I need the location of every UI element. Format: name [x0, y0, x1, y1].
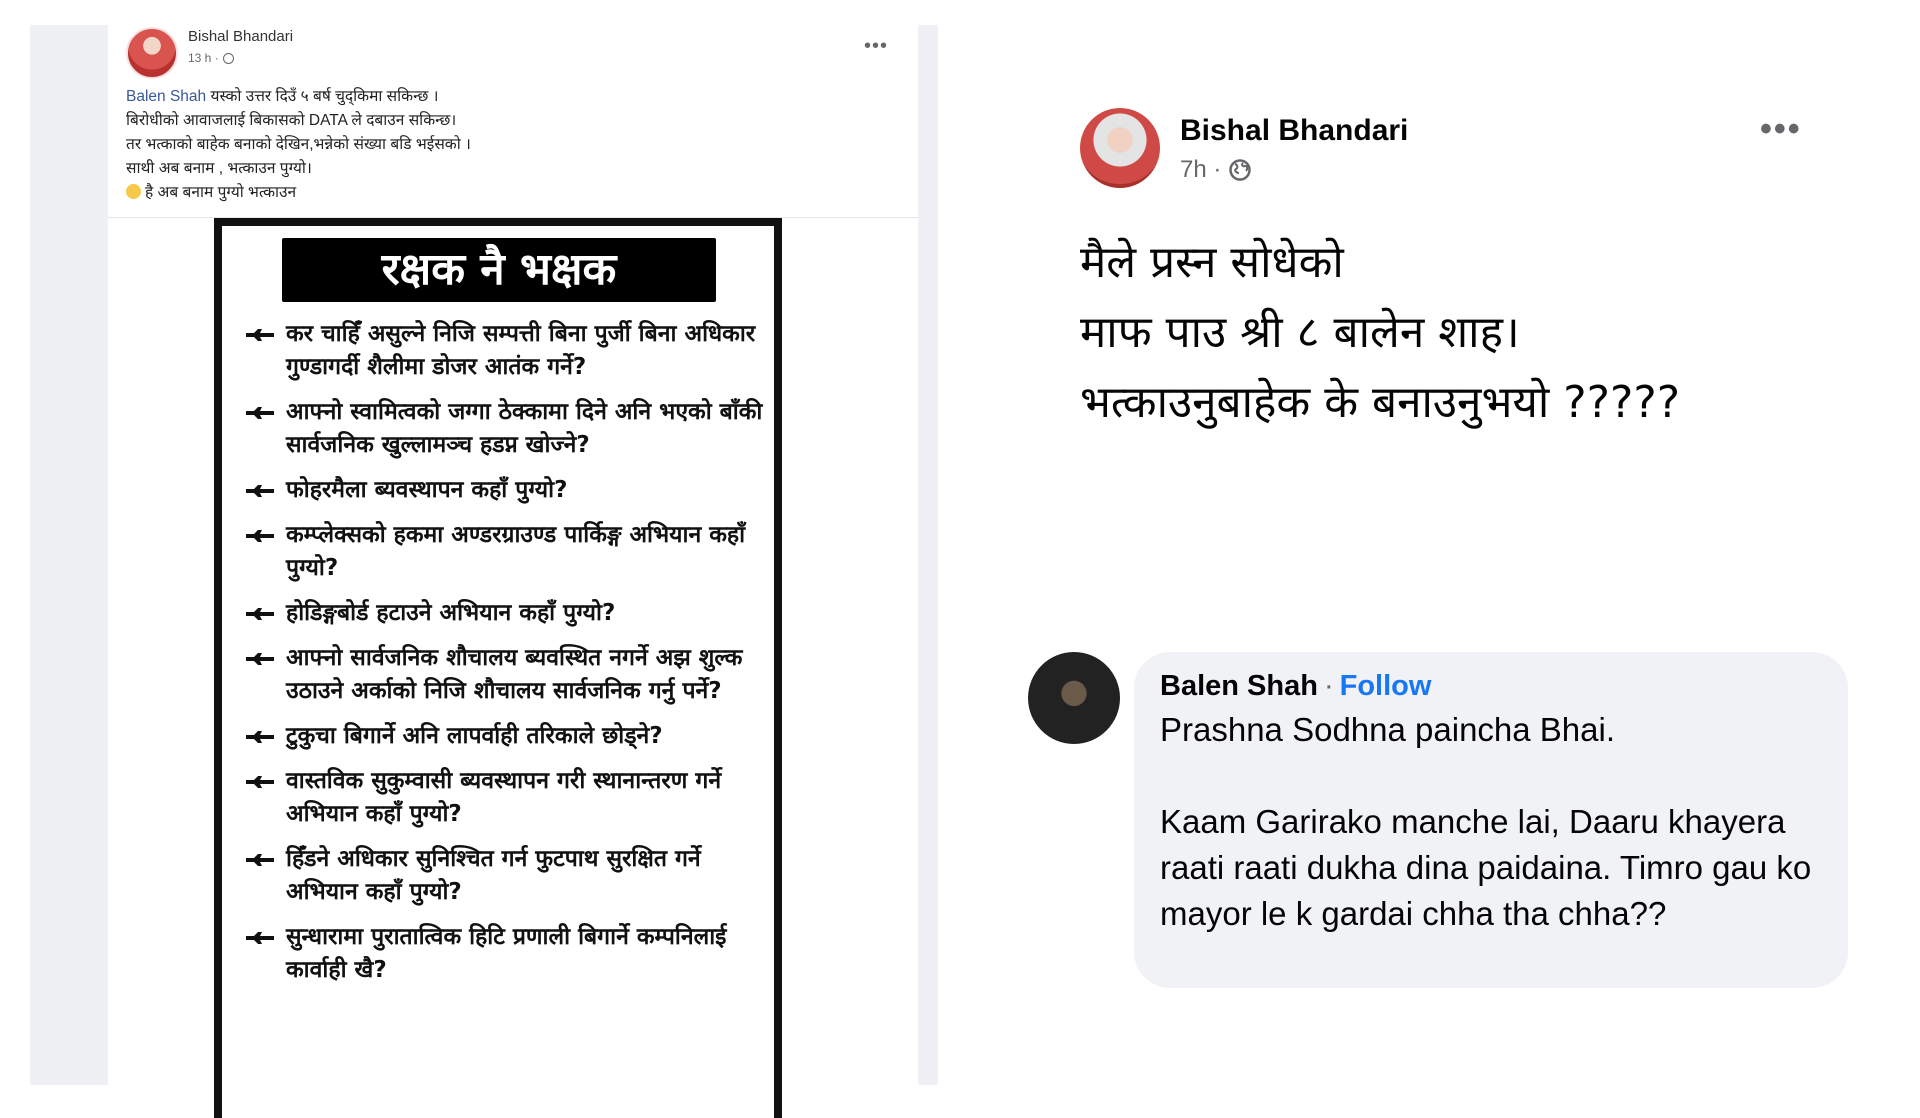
poster-item: आफ्नो सार्वजनिक शौचालय ब्यवस्थित नगर्ने … — [246, 642, 776, 708]
poster-item: कम्प्लेक्सको हकमा अण्डरग्राउण्ड पार्किङ्… — [246, 519, 776, 585]
commenter-avatar[interactable] — [1028, 652, 1120, 744]
left-post-meta: Bishal Bhandari 13 h · — [188, 28, 293, 65]
globe-icon — [1229, 159, 1252, 181]
smile-emoji-icon — [126, 184, 141, 199]
pointing-hand-icon — [246, 329, 274, 341]
comment-text: Prashna Sodhna paincha Bhai. Kaam Garira… — [1160, 707, 1822, 937]
globe-icon — [222, 52, 234, 64]
pointing-hand-icon — [246, 731, 274, 743]
text-line: साथी अब बनाम , भत्काउन पुग्यो। — [126, 160, 312, 177]
comment-bubble: Balen Shah · Follow Prashna Sodhna paincha… — [1134, 652, 1848, 988]
left-post-text: Balen Shah यस्को उत्तर दिउँ ५ बर्ष चुद्क… — [126, 85, 646, 205]
body-line: माफ पाउ श्री ८ बालेन शाह। — [1080, 307, 1520, 358]
comment-paragraph: Kaam Garirako manche lai, Daaru khayera … — [1160, 803, 1812, 932]
pointing-hand-icon — [246, 776, 274, 788]
separator: · — [1323, 670, 1334, 702]
more-options-button[interactable]: ••• — [864, 35, 888, 58]
time-text: 7h · — [1180, 156, 1222, 183]
poster-item-text: टुकुचा बिगार्ने अनि लापर्वाही तरिकाले छो… — [286, 723, 663, 749]
poster-title: रक्षक नै भक्षक — [282, 238, 716, 302]
poster-item-text: हिँडने अधिकार सुनिश्चित गर्न फुटपाथ सुरक… — [286, 846, 701, 905]
comment-header: Balen Shah · Follow — [1160, 670, 1822, 703]
text-line: बिरोधीको आवाजलाई बिकासको DATA ले दबाउन स… — [126, 112, 457, 129]
pointing-hand-icon — [246, 407, 274, 419]
poster-item: फोहरमैला ब्यवस्थापन कहाँ पुग्यो? — [246, 474, 776, 507]
time-text: 13 h · — [188, 51, 219, 65]
poster-item-text: आफ्नो स्वामित्वको जग्गा ठेक्कामा दिने अन… — [286, 399, 763, 458]
author-name[interactable]: Bishal Bhandari — [188, 28, 293, 45]
text-span: है अब बनाम पुग्यो भत्काउन — [145, 184, 297, 201]
poster-item-text: आफ्नो सार्वजनिक शौचालय ब्यवस्थित नगर्ने … — [286, 645, 743, 704]
post-time[interactable]: 7h · — [1180, 156, 1252, 184]
poster-item-text: सुन्धारामा पुरातात्विक हिटि प्रणाली बिगा… — [286, 924, 727, 983]
author-name[interactable]: Bishal Bhandari — [1180, 114, 1408, 148]
poster-item: कर चाहिँ असुल्ने निजि सम्पत्ती बिना पुर्… — [246, 318, 776, 384]
avatar[interactable] — [1080, 108, 1160, 188]
poster-list: कर चाहिँ असुल्ने निजि सम्पत्ती बिना पुर्… — [246, 318, 776, 999]
poster-item: होडिङ्गबोर्ड हटाउने अभियान कहाँ पुग्यो? — [246, 597, 776, 630]
poster-item-text: कम्प्लेक्सको हकमा अण्डरग्राउण्ड पार्किङ्… — [286, 522, 746, 581]
poster-item: आफ्नो स्वामित्वको जग्गा ठेक्कामा दिने अन… — [246, 396, 776, 462]
pointing-hand-icon — [246, 485, 274, 497]
pointing-hand-icon — [246, 854, 274, 866]
text-line: तर भत्काको बाहेक बनाको देखिन,भन्नेको संख… — [126, 136, 471, 153]
avatar[interactable] — [126, 27, 178, 79]
poster-item: टुकुचा बिगार्ने अनि लापर्वाही तरिकाले छो… — [246, 720, 776, 753]
more-options-button[interactable]: ••• — [1760, 110, 1802, 149]
commenter-name[interactable]: Balen Shah — [1160, 670, 1318, 702]
follow-button[interactable]: Follow — [1340, 670, 1432, 702]
comment-paragraph: Prashna Sodhna paincha Bhai. — [1160, 711, 1616, 748]
body-line: भत्काउनुबाहेक के बनाउनुभयो ????? — [1080, 377, 1681, 428]
text-line: Balen Shah यस्को उत्तर दिउँ ५ बर्ष चुद्क… — [126, 85, 646, 109]
poster-item-text: कर चाहिँ असुल्ने निजि सम्पत्ती बिना पुर्… — [286, 321, 756, 380]
pointing-hand-icon — [246, 932, 274, 944]
poster-image[interactable]: रक्षक नै भक्षक कर चाहिँ असुल्ने निजि सम्… — [214, 218, 782, 1118]
left-screenshot-panel: Bishal Bhandari 13 h · ••• Balen Shah यस… — [30, 25, 938, 1118]
pointing-hand-icon — [246, 530, 274, 542]
left-post-header: Bishal Bhandari 13 h · — [126, 27, 293, 79]
text-line: है अब बनाम पुग्यो भत्काउन — [126, 181, 646, 205]
post-time[interactable]: 13 h · — [188, 51, 293, 65]
body-line: मैले प्रस्न सोधेको — [1080, 237, 1344, 288]
poster-item-text: फोहरमैला ब्यवस्थापन कहाँ पुग्यो? — [286, 477, 568, 503]
left-post-card: Bishal Bhandari 13 h · ••• Balen Shah यस… — [108, 25, 918, 1118]
poster-item: वास्तविक सुकुम्वासी ब्यवस्थापन गरी स्थान… — [246, 765, 776, 831]
poster-item: हिँडने अधिकार सुनिश्चित गर्न फुटपाथ सुरक… — [246, 843, 776, 909]
poster-item: सुन्धारामा पुरातात्विक हिटि प्रणाली बिगा… — [246, 921, 776, 987]
pointing-hand-icon — [246, 608, 274, 620]
pointing-hand-icon — [246, 653, 274, 665]
poster-item-text: वास्तविक सुकुम्वासी ब्यवस्थापन गरी स्थान… — [286, 768, 722, 827]
poster-item-text: होडिङ्गबोर्ड हटाउने अभियान कहाँ पुग्यो? — [286, 600, 616, 626]
text-span: यस्को उत्तर दिउँ ५ बर्ष चुद्किमा सकिन्छ … — [206, 88, 439, 105]
right-post-body: मैले प्रस्न सोधेको माफ पाउ श्री ८ बालेन … — [1080, 228, 1780, 438]
mention-link[interactable]: Balen Shah — [126, 88, 206, 105]
